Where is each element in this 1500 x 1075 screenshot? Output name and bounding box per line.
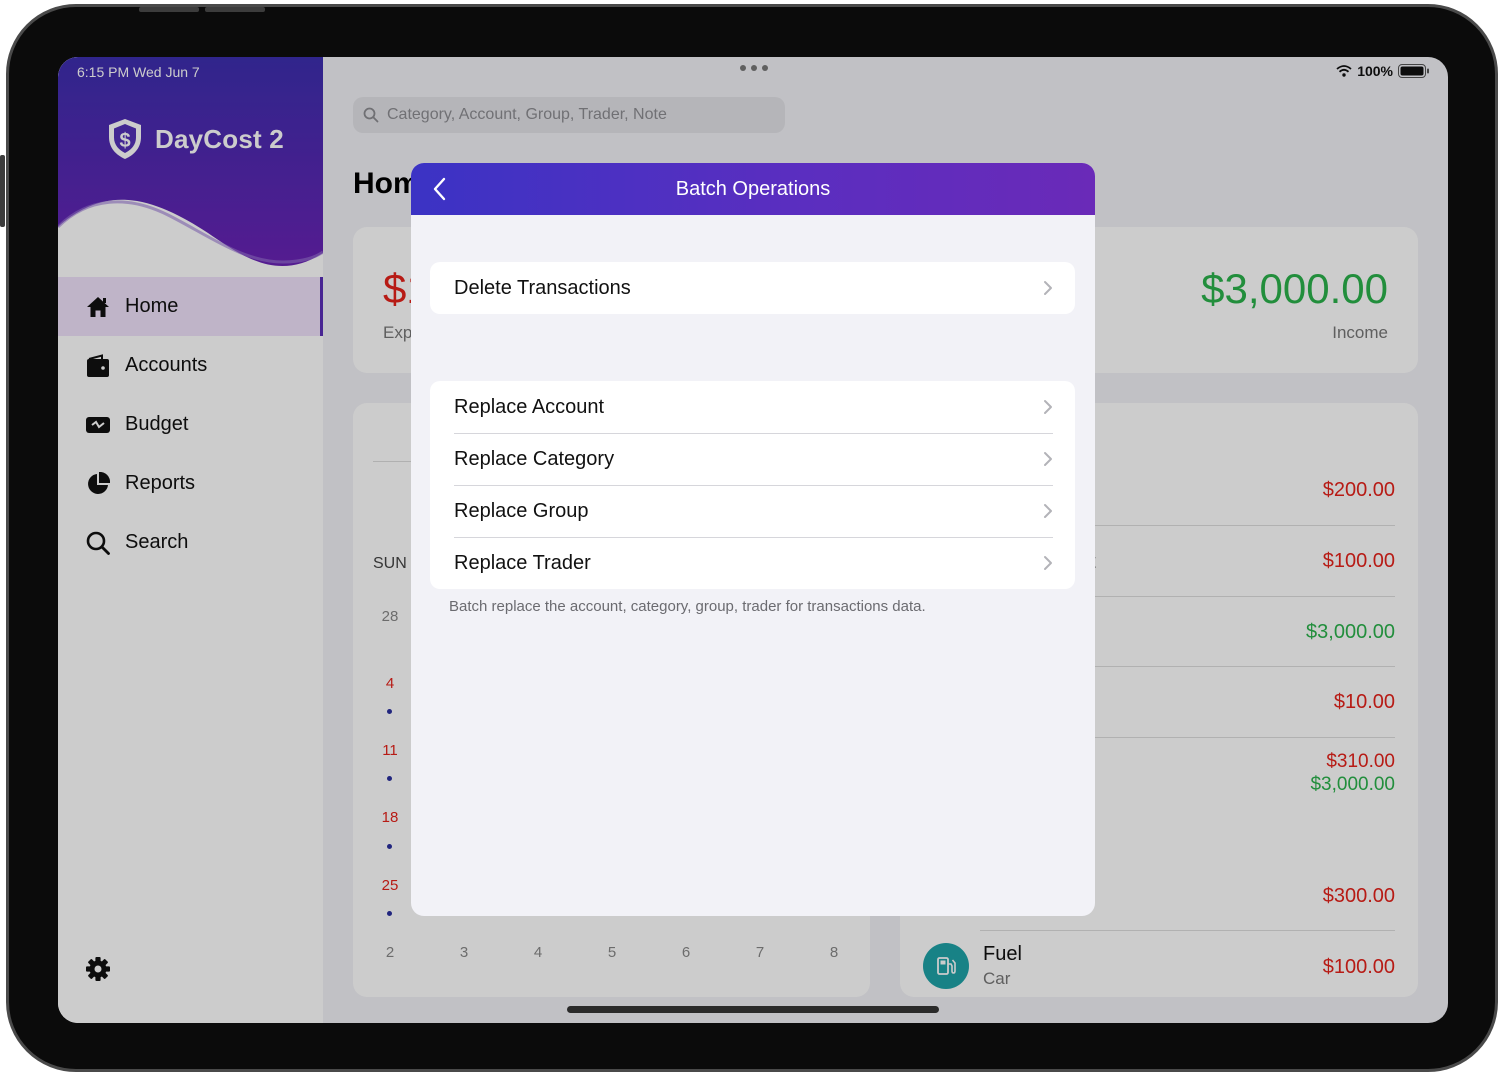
volume-button [139, 7, 199, 12]
row-label: Replace Account [454, 395, 605, 418]
row-label: Replace Category [454, 447, 615, 470]
row-label: Replace Group [454, 499, 589, 522]
row-label: Replace Trader [454, 551, 591, 574]
section-footnote: Batch replace the account, category, gro… [449, 598, 926, 615]
delete-group: Delete Transactions [430, 262, 1075, 314]
row-label: Delete Transactions [454, 276, 631, 299]
replace-trader-row[interactable]: Replace Trader [430, 537, 1075, 589]
chevron-right-icon [1044, 556, 1052, 570]
chevron-right-icon [1044, 504, 1052, 518]
chevron-right-icon [1044, 452, 1052, 466]
replace-group-row[interactable]: Replace Group [430, 485, 1075, 537]
sheet-header: Batch Operations [411, 163, 1095, 215]
sheet-title: Batch Operations [675, 177, 831, 200]
volume-button [205, 7, 265, 12]
replace-account-row[interactable]: Replace Account [430, 381, 1075, 433]
replace-category-row[interactable]: Replace Category [430, 433, 1075, 485]
delete-transactions-row[interactable]: Delete Transactions [430, 262, 1075, 314]
home-indicator[interactable] [567, 1006, 939, 1013]
side-button [0, 155, 5, 227]
chevron-right-icon [1044, 281, 1052, 295]
batch-operations-sheet: Batch Operations Delete Transactions Rep… [411, 163, 1095, 916]
chevron-right-icon [1044, 400, 1052, 414]
chevron-left-icon[interactable] [429, 176, 453, 202]
replace-group: Replace Account Replace Category Replace… [430, 381, 1075, 589]
screen: Category, Account, Group, Trader, Note H… [58, 57, 1448, 1023]
